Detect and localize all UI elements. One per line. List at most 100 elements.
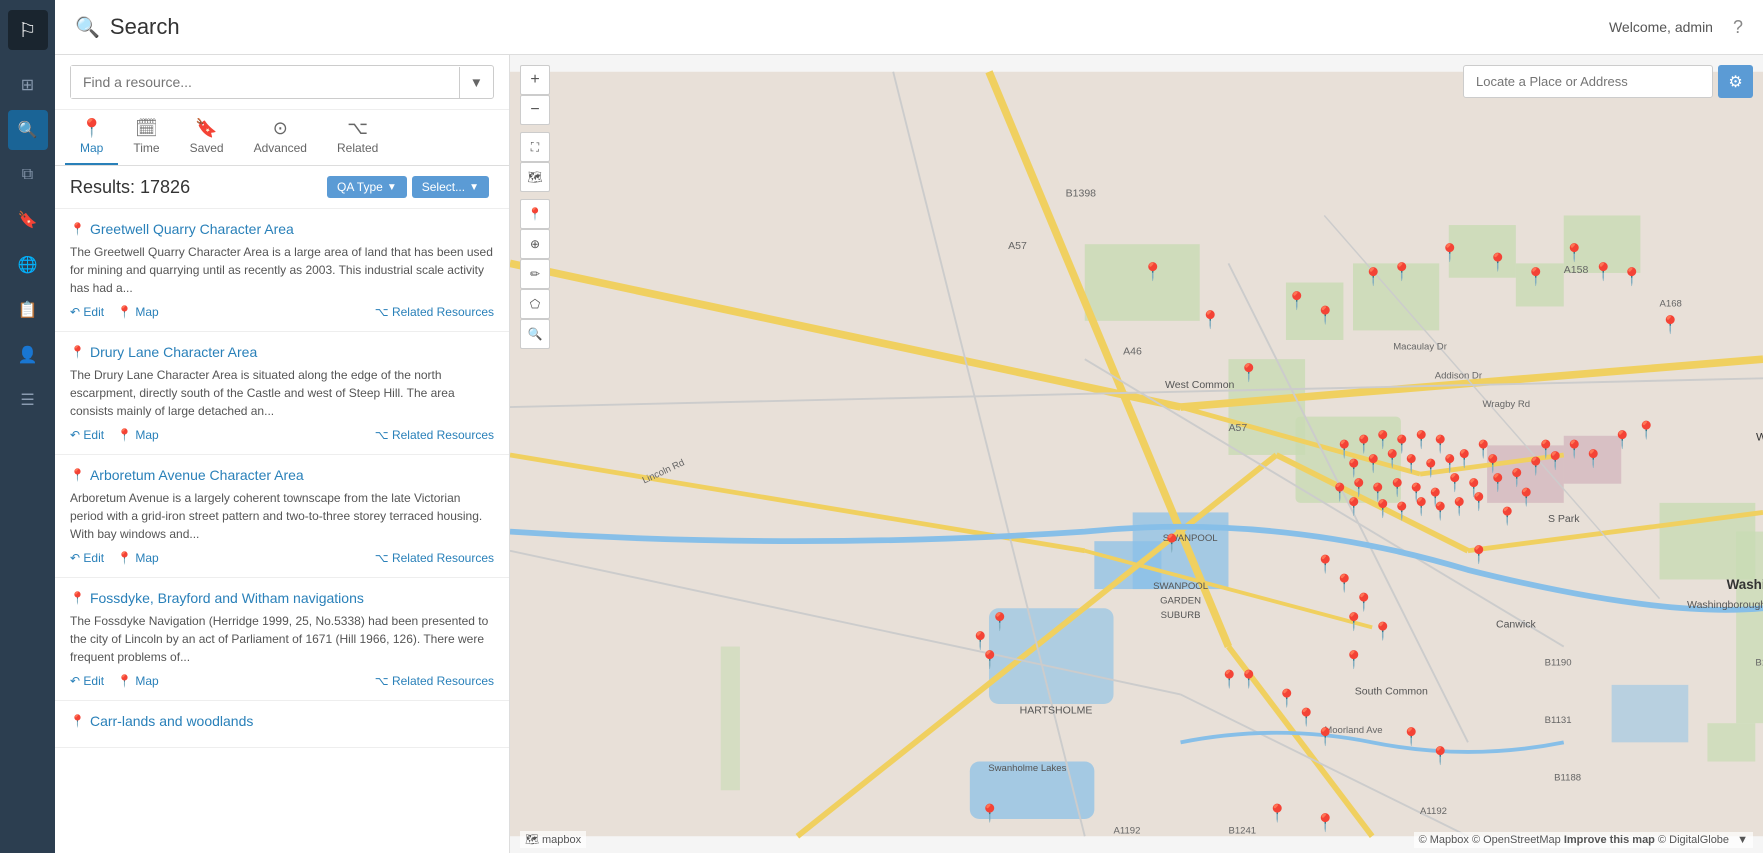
related-resources-link-r2[interactable]: ⌥ Related Resources [375, 428, 494, 442]
result-item: 📍 Carr-lands and woodlands [55, 701, 509, 748]
header-help-button[interactable]: ? [1733, 17, 1743, 38]
qa-type-filter-button[interactable]: QA Type ▼ [327, 176, 407, 198]
result-desc-r4: The Fossdyke Navigation (Herridge 1999, … [70, 612, 494, 666]
select-arrow-icon: ▼ [469, 182, 479, 193]
search-dropdown-button[interactable]: ▼ [459, 67, 493, 98]
map-settings-button[interactable]: ⚙ [1718, 65, 1753, 98]
tab-time[interactable]: 🗓 Time [118, 110, 174, 165]
tab-map[interactable]: 📍 Map [65, 110, 118, 165]
zoom-controls: + − [520, 65, 550, 125]
related-resources-link-r4[interactable]: ⌥ Related Resources [375, 674, 494, 688]
saved-tab-label: Saved [190, 141, 224, 155]
search-map-button[interactable]: 🔍 [520, 319, 550, 349]
select-filter-button[interactable]: Select... ▼ [412, 176, 489, 198]
related-resources-link-r1[interactable]: ⌥ Related Resources [375, 305, 494, 319]
sidebar-icon-layers[interactable]: ⧉ [8, 155, 48, 195]
svg-text:Canwick: Canwick [1496, 618, 1536, 630]
svg-text:📍: 📍 [1516, 487, 1537, 507]
result-title-r1[interactable]: 📍 Greetwell Quarry Character Area [70, 221, 494, 237]
svg-text:HARTSHOLME: HARTSHOLME [1020, 705, 1093, 717]
sidebar-icon-menu[interactable]: ☰ [8, 380, 48, 420]
svg-text:📍: 📍 [1468, 492, 1489, 512]
improve-map-link[interactable]: Improve this map [1564, 834, 1655, 846]
map-link-r1[interactable]: 📍 Map [117, 305, 159, 319]
view-controls: ⛶ 🗺 [520, 132, 550, 192]
svg-text:Washingborough: Washingborough [1687, 599, 1763, 611]
svg-text:📍: 📍 [1363, 267, 1384, 287]
svg-text:📍: 📍 [989, 611, 1010, 631]
tab-related[interactable]: ⌥ Related [322, 110, 393, 165]
svg-text:Addison Dr: Addison Dr [1435, 370, 1483, 381]
pin-icon-r3: 📍 [70, 468, 85, 482]
locate-me-button[interactable]: ⊕ [520, 229, 550, 259]
related-resources-link-r3[interactable]: ⌥ Related Resources [375, 551, 494, 565]
advanced-tab-icon: ⊙ [273, 118, 288, 139]
svg-text:📍: 📍 [1276, 688, 1297, 708]
sidebar-icon-report[interactable]: 📋 [8, 290, 48, 330]
results-list: 📍 Greetwell Quarry Character Area The Gr… [55, 209, 509, 853]
svg-text:B1188: B1188 [1554, 773, 1581, 784]
header-welcome: Welcome, admin [1609, 19, 1713, 35]
result-title-r4[interactable]: 📍 Fossdyke, Brayford and Witham navigati… [70, 590, 494, 606]
map-link-r2[interactable]: 📍 Map [117, 428, 159, 442]
svg-text:A46: A46 [1123, 345, 1142, 357]
svg-text:📍: 📍 [1612, 429, 1633, 449]
svg-text:📍: 📍 [1315, 726, 1336, 746]
svg-text:📍: 📍 [1343, 650, 1364, 670]
scroll-zoom-indicator: ▼ [1737, 834, 1748, 846]
sidebar-icon-dashboard[interactable]: ⊞ [8, 65, 48, 105]
svg-text:A168: A168 [1660, 298, 1682, 309]
result-desc-r2: The Drury Lane Character Area is situate… [70, 366, 494, 420]
map-area[interactable]: West Common SWANPOOL SWANPOOL GARDEN SUB… [510, 55, 1763, 853]
result-title-r3[interactable]: 📍 Arboretum Avenue Character Area [70, 467, 494, 483]
pin-icon-r4: 📍 [70, 591, 85, 605]
pin-tool-button[interactable]: 📍 [520, 199, 550, 229]
sidebar-icon-bookmark[interactable]: 🔖 [8, 200, 48, 240]
svg-text:📍: 📍 [1592, 262, 1613, 282]
mapbox-logo: 🗺 mapbox [520, 831, 586, 848]
search-bar: ▼ [55, 55, 509, 110]
svg-text:📍: 📍 [1583, 449, 1604, 469]
sidebar-icon-search[interactable]: 🔍 [8, 110, 48, 150]
map-link-r3[interactable]: 📍 Map [117, 551, 159, 565]
edit-link-r3[interactable]: ↶ Edit [70, 551, 104, 565]
svg-text:SUBURB: SUBURB [1161, 610, 1201, 621]
qa-type-arrow-icon: ▼ [387, 182, 397, 193]
layer-toggle-button[interactable]: 🗺 [520, 162, 550, 192]
draw-tool-button[interactable]: ✏ [520, 259, 550, 289]
pin-icon-r1: 📍 [70, 222, 85, 236]
search-input-wrap: ▼ [70, 65, 494, 99]
result-actions-r1: ↶ Edit 📍 Map ⌥ Related Resources [70, 305, 494, 319]
saved-tab-icon: 🔖 [195, 118, 217, 139]
map-canvas: West Common SWANPOOL SWANPOOL GARDEN SUB… [510, 55, 1763, 853]
fullscreen-button[interactable]: ⛶ [520, 132, 550, 162]
related-tab-label: Related [337, 141, 378, 155]
result-title-r5[interactable]: 📍 Carr-lands and woodlands [70, 713, 494, 729]
svg-text:B1190: B1190 [1755, 658, 1763, 669]
tab-advanced[interactable]: ⊙ Advanced [239, 110, 322, 165]
zoom-out-button[interactable]: − [520, 95, 550, 125]
polygon-tool-button[interactable]: ⬠ [520, 289, 550, 319]
resource-search-input[interactable] [71, 66, 459, 98]
sidebar-icon-user[interactable]: 👤 [8, 335, 48, 375]
sidebar: ⚐ ⊞ 🔍 ⧉ 🔖 🌐 📋 👤 ☰ [0, 0, 55, 853]
pin-icon-r5: 📍 [70, 714, 85, 728]
edit-link-r1[interactable]: ↶ Edit [70, 305, 104, 319]
map-link-r4[interactable]: 📍 Map [117, 674, 159, 688]
tab-saved[interactable]: 🔖 Saved [175, 110, 239, 165]
svg-text:📍: 📍 [970, 631, 991, 651]
svg-text:📍: 📍 [1636, 420, 1657, 440]
related-tab-icon: ⌥ [347, 118, 368, 139]
result-item: 📍 Greetwell Quarry Character Area The Gr… [55, 209, 509, 332]
result-title-r2[interactable]: 📍 Drury Lane Character Area [70, 344, 494, 360]
svg-text:📍: 📍 [1142, 262, 1163, 282]
edit-link-r4[interactable]: ↶ Edit [70, 674, 104, 688]
zoom-in-button[interactable]: + [520, 65, 550, 95]
locate-place-input[interactable] [1463, 65, 1713, 98]
svg-text:📍: 📍 [1439, 243, 1460, 263]
edit-link-r2[interactable]: ↶ Edit [70, 428, 104, 442]
map-locate-bar: ⚙ [1463, 65, 1753, 98]
sidebar-icon-globe[interactable]: 🌐 [8, 245, 48, 285]
sidebar-logo-icon[interactable]: ⚐ [8, 10, 48, 50]
svg-text:📍: 📍 [1525, 267, 1546, 287]
